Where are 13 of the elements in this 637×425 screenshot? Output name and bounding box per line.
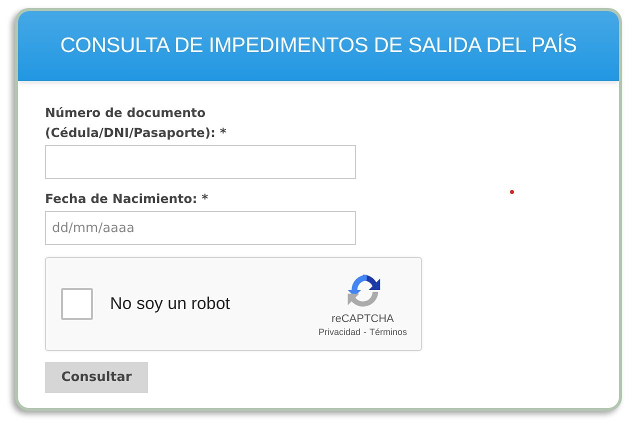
captcha-brand: reCAPTCHA bbox=[332, 313, 394, 325]
form-title: CONSULTA DE IMPEDIMENTOS DE SALIDA DEL PAÍS bbox=[60, 34, 577, 58]
input-field[interactable] bbox=[45, 145, 356, 179]
submit-button[interactable]: Consultar bbox=[45, 362, 148, 393]
link-separator: - bbox=[363, 327, 366, 337]
checkbox[interactable] bbox=[61, 288, 93, 320]
marker-dot bbox=[510, 190, 514, 194]
field-label: Fecha de Nacimiento: * bbox=[45, 190, 210, 208]
privacy-link[interactable]: Privacidad bbox=[318, 327, 360, 337]
input-field[interactable]: dd/mm/aaaa bbox=[45, 211, 356, 245]
terms-link[interactable]: Términos bbox=[369, 327, 407, 337]
checkbox-label: No soy un robot bbox=[110, 294, 232, 314]
field-label: Número de documento (Cédula/DNI/Pasaporte): * bbox=[45, 104, 228, 142]
